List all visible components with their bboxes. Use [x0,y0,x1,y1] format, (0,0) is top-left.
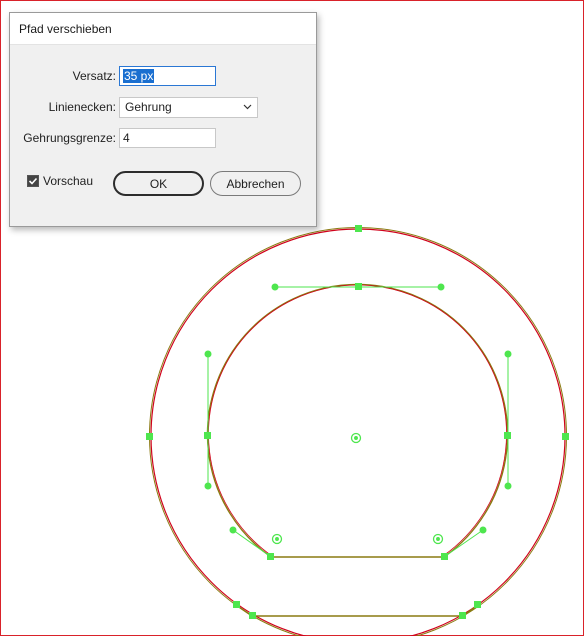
anchor-points[interactable] [146,225,569,619]
preview-checkbox[interactable] [27,175,39,187]
anchor-point [441,553,448,560]
joins-select[interactable]: Gehrung [119,96,258,118]
handle-point [271,283,279,291]
dialog-titlebar[interactable]: Pfad verschieben [10,13,316,45]
offset-label: Versatz: [72,69,116,83]
preview-label: Vorschau [43,174,94,188]
inner-path[interactable] [206,283,509,558]
anchor-point [355,225,362,232]
offset-input[interactable]: 35 px [119,66,216,86]
handle-point [504,482,512,490]
outer-path-bottom [235,604,479,617]
miter-limit-label: Gehrungsgrenze: [23,131,116,145]
anchor-point [204,432,211,439]
offset-path-dialog: Pfad verschieben Versatz: 35 px Linienec… [9,12,317,227]
checkmark-icon [28,177,38,185]
miter-limit-input[interactable]: 4 [119,128,216,148]
inner-path-red [208,284,507,557]
anchor-point [562,433,569,440]
anchor-point [504,432,511,439]
handle-point [204,350,212,358]
dialog-title: Pfad verschieben [19,21,112,36]
anchor-point [267,553,274,560]
anchor-point [146,433,153,440]
joins-label: Linienecken: [48,100,116,114]
offset-value: 35 px [123,69,155,83]
cancel-button[interactable]: Abbrechen [210,171,301,196]
anchor-point [459,612,466,619]
handle-point [479,526,487,534]
handle-point [204,482,212,490]
anchor-point [355,283,362,290]
anchor-point [249,612,256,619]
joins-row: Linienecken: Gehrung [10,96,258,118]
outer-path-red[interactable] [150,228,566,636]
handle-point [504,350,512,358]
miter-limit-value: 4 [123,131,130,145]
chevron-down-icon [243,103,252,112]
preview-checkbox-row[interactable]: Vorschau [27,174,93,188]
ok-button-label: OK [149,176,168,191]
joins-value: Gehrung [125,100,172,114]
handle-points[interactable] [204,283,512,534]
anchor-point [474,601,481,608]
miter-limit-row: Gehrungsgrenze: 4 [10,128,216,148]
cancel-button-label: Abbrechen [226,176,285,191]
anchor-point [233,601,240,608]
handle-point [229,526,237,534]
handle-point [437,283,445,291]
center-point-icon [271,432,444,545]
ok-button[interactable]: OK [113,171,204,196]
offset-row: Versatz: 35 px [10,66,216,86]
